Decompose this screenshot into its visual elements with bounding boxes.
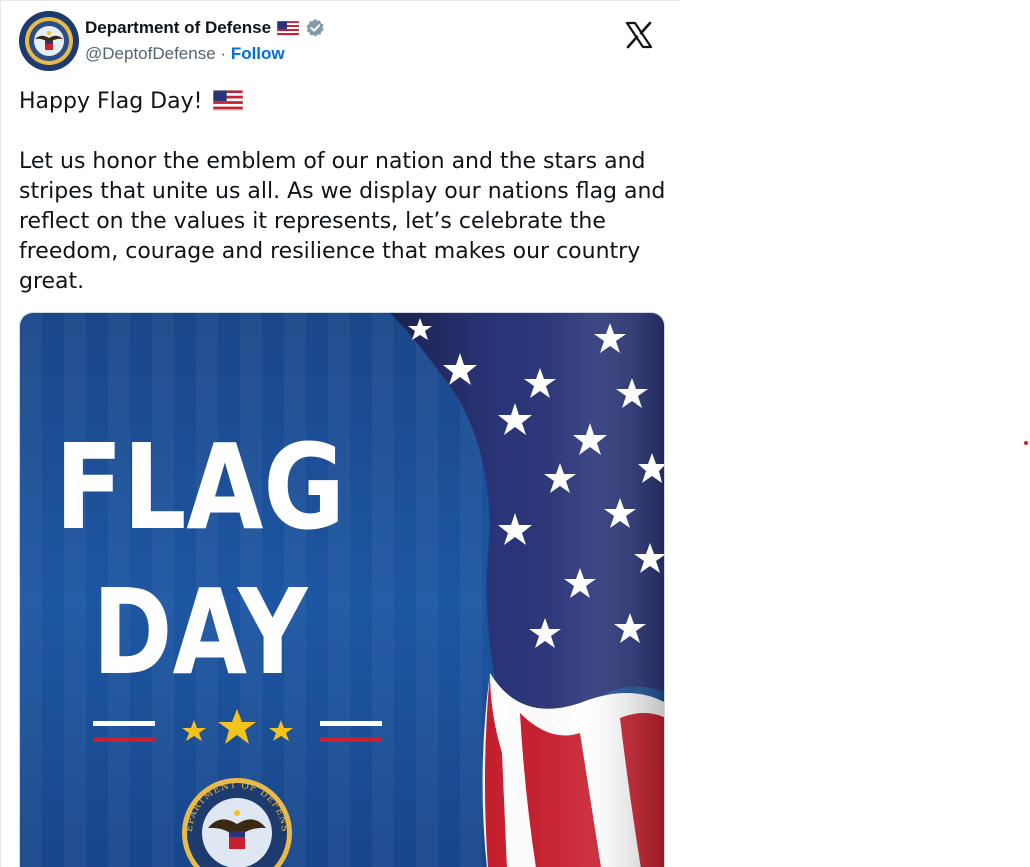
- cursor-marker: [1024, 441, 1028, 445]
- tweet-card: Department of Defense @DeptofDefense · F…: [0, 0, 680, 867]
- x-logo-icon[interactable]: [625, 21, 653, 49]
- dod-seal-icon: [19, 11, 79, 71]
- tweet-header: Department of Defense @DeptofDefense · F…: [19, 11, 669, 71]
- avatar[interactable]: [19, 11, 79, 71]
- author-display-name[interactable]: Department of Defense: [85, 18, 271, 38]
- tweet-text: Happy Flag Day! Let us honor the emblem …: [19, 87, 669, 297]
- name-row: Department of Defense: [85, 17, 325, 39]
- verified-badge-icon[interactable]: [305, 18, 325, 38]
- us-flag-icon: [277, 20, 300, 36]
- flag-day-graphic: FLAG DAY EPARTMENT OF DEFENS: [20, 313, 664, 867]
- handle-row: @DeptofDefense · Follow: [85, 44, 325, 66]
- tweet-greeting: Happy Flag Day!: [19, 89, 203, 114]
- author-handle[interactable]: @DeptofDefense: [85, 44, 216, 63]
- tweet-media-image[interactable]: FLAG DAY EPARTMENT OF DEFENS: [19, 312, 665, 867]
- handle-separator: ·: [220, 44, 227, 63]
- follow-button[interactable]: Follow: [231, 44, 285, 63]
- media-title-flag: FLAG: [55, 418, 345, 556]
- media-title-day: DAY: [93, 563, 309, 701]
- us-flag-icon: [213, 89, 244, 112]
- author-info: Department of Defense @DeptofDefense · F…: [85, 17, 325, 66]
- tweet-body: Let us honor the emblem of our nation an…: [19, 149, 666, 294]
- tweet-text-line1: Happy Flag Day!: [19, 87, 669, 117]
